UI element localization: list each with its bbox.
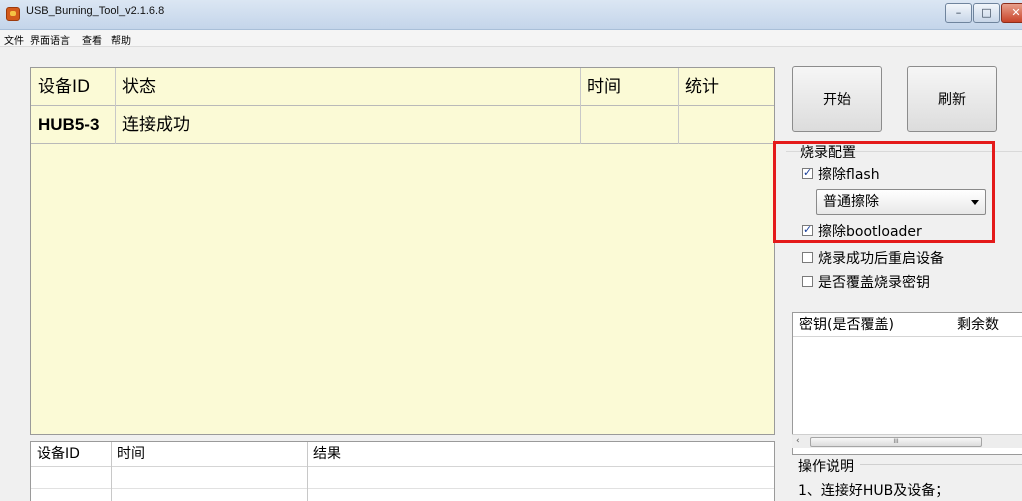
app-icon <box>6 7 20 21</box>
row-status: 连接成功 <box>122 115 190 135</box>
instructions-title: 操作说明 <box>798 459 854 475</box>
menu-language[interactable]: 界面语言 <box>30 32 70 47</box>
minimize-button[interactable]: – <box>945 3 972 23</box>
menu-file[interactable]: 文件 <box>4 32 24 47</box>
column-header-remaining[interactable]: 剩余数 <box>957 313 999 337</box>
group-frame <box>860 464 1022 465</box>
column-divider <box>678 68 679 144</box>
reboot-after-checkbox[interactable] <box>802 252 813 263</box>
column-header-device-id[interactable]: 设备ID <box>31 68 90 106</box>
key-list-header: 密钥(是否覆盖) 剩余数 <box>793 313 1022 337</box>
title-bar: USB_Burning_Tool_v2.1.6.8 – □ ✕ <box>0 0 1022 30</box>
window-title: USB_Burning_Tool_v2.1.6.8 <box>26 5 165 17</box>
result-table-header: 设备ID 时间 结果 <box>31 442 774 467</box>
menu-bar: 文件 界面语言 查看 帮助 <box>0 30 1022 47</box>
overwrite-key-label: 是否覆盖烧录密钥 <box>818 275 930 291</box>
column-divider <box>307 442 308 501</box>
scroll-thumb[interactable]: III <box>810 437 982 447</box>
scroll-left-icon[interactable]: ‹ <box>796 436 800 446</box>
refresh-button[interactable]: 刷新 <box>907 66 997 132</box>
table-row <box>31 467 774 489</box>
column-header-time[interactable]: 时间 <box>111 442 145 467</box>
column-divider <box>580 68 581 144</box>
device-table[interactable]: 设备ID 状态 时间 统计 HUB5-3 连接成功 <box>30 67 775 435</box>
horizontal-scrollbar[interactable]: ‹ III <box>792 434 1022 448</box>
highlight-box <box>773 141 995 243</box>
menu-view[interactable]: 查看 <box>82 32 102 47</box>
column-header-stats[interactable]: 统计 <box>678 68 719 106</box>
column-header-device-id[interactable]: 设备ID <box>31 442 80 467</box>
result-table[interactable]: 设备ID 时间 结果 <box>30 441 775 501</box>
table-row[interactable]: HUB5-3 连接成功 <box>31 106 774 144</box>
column-divider <box>115 68 116 144</box>
device-table-header: 设备ID 状态 时间 统计 <box>31 68 774 106</box>
column-header-key[interactable]: 密钥(是否覆盖) <box>799 313 894 337</box>
row-device-id: HUB5-3 <box>38 115 100 134</box>
column-header-result[interactable]: 结果 <box>307 442 341 467</box>
column-header-time[interactable]: 时间 <box>580 68 621 106</box>
instructions-line: 1、连接好HUB及设备； <box>798 483 950 499</box>
overwrite-key-checkbox[interactable] <box>802 276 813 287</box>
menu-help[interactable]: 帮助 <box>111 32 131 47</box>
column-divider <box>111 442 112 501</box>
start-button[interactable]: 开始 <box>792 66 882 132</box>
column-header-status[interactable]: 状态 <box>115 68 156 106</box>
reboot-after-label: 烧录成功后重启设备 <box>818 251 944 267</box>
maximize-button[interactable]: □ <box>973 3 1000 23</box>
close-button[interactable]: ✕ <box>1001 3 1022 23</box>
